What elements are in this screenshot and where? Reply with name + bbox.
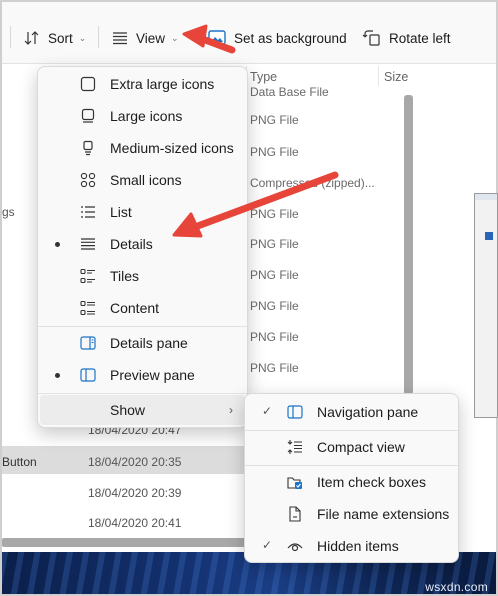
sort-icon: [24, 31, 39, 45]
menu-item-extra-large-icons[interactable]: Extra large icons: [44, 69, 241, 99]
type-cell: Compressed (zipped)...: [250, 176, 375, 190]
selected-bullet-icon: [55, 373, 60, 378]
menu-item-details-pane[interactable]: Details pane: [44, 328, 241, 358]
preview-pane-thumbnail: [474, 193, 498, 418]
menu-item-label: Details pane: [110, 335, 188, 351]
menu-item-label: Extra large icons: [110, 76, 215, 92]
toolbar-separator: [98, 26, 99, 48]
type-cell: PNG File: [250, 330, 299, 344]
medium-icons-icon: [83, 140, 93, 156]
view-button[interactable]: View ⌄: [112, 24, 179, 52]
rotate-left-label: Rotate left: [389, 30, 451, 46]
menu-item-navigation-pane[interactable]: ✓ Navigation pane: [251, 397, 452, 427]
menu-item-label: Large icons: [110, 108, 183, 124]
menu-item-label: Content: [110, 300, 160, 316]
menu-item-hidden-items[interactable]: ✓ Hidden items: [251, 531, 452, 561]
toolbar-separator: [10, 26, 11, 48]
picture-icon: [208, 30, 226, 45]
menu-item-label: Small icons: [110, 172, 182, 188]
menu-separator: [245, 430, 458, 431]
menu-item-label: Navigation pane: [317, 404, 419, 420]
sort-button[interactable]: Sort ⌄: [24, 24, 86, 52]
preview-pane-icon: [80, 368, 96, 382]
item-check-boxes-icon: [287, 477, 302, 489]
menu-separator: [245, 465, 458, 466]
chevron-down-icon: ⌄: [171, 32, 179, 43]
set-as-background-label: Set as background: [234, 30, 347, 46]
content-icon: [80, 300, 95, 316]
menu-item-label: File name extensions: [317, 506, 450, 522]
rotate-left-button[interactable]: Rotate left: [362, 24, 451, 52]
tiles-icon: [80, 268, 95, 284]
file-name-cell[interactable]: Button: [2, 455, 37, 469]
menu-item-details[interactable]: Details: [44, 229, 241, 259]
menu-item-file-name-extensions[interactable]: File name extensions: [251, 499, 452, 529]
menu-item-label: List: [110, 204, 132, 220]
menu-separator: [38, 393, 247, 394]
type-cell: PNG File: [250, 145, 299, 159]
checkmark-icon: ✓: [262, 538, 273, 552]
truncated-item-name[interactable]: gs: [2, 205, 15, 219]
small-icons-icon: [80, 172, 96, 188]
menu-item-large-icons[interactable]: Large icons: [44, 101, 241, 131]
file-extension-icon: [289, 506, 301, 522]
menu-item-label: Details: [110, 236, 153, 252]
details-icon: [81, 238, 95, 250]
column-header-size[interactable]: Size: [384, 70, 408, 84]
sort-label: Sort: [48, 30, 73, 46]
menu-item-medium-icons[interactable]: Medium-sized icons: [44, 133, 241, 163]
menu-item-item-check-boxes[interactable]: Item check boxes: [251, 467, 452, 497]
menu-item-list[interactable]: List: [44, 197, 241, 227]
navigation-pane-icon: [287, 405, 303, 419]
watermark-text: wsxdn.com: [425, 580, 488, 594]
date-cell: 18/04/2020 20:39: [88, 486, 182, 500]
type-cell: PNG File: [250, 268, 299, 282]
vertical-scrollbar[interactable]: [404, 95, 413, 395]
hidden-items-icon: [287, 543, 303, 552]
large-icons-icon: [81, 108, 95, 123]
type-cell: PNG File: [250, 361, 299, 375]
column-divider: [378, 66, 379, 86]
compact-view-icon: [287, 440, 302, 454]
set-as-background-button[interactable]: Set as background: [208, 24, 347, 52]
checkmark-icon: ✓: [262, 404, 273, 418]
menu-item-label: Compact view: [317, 439, 405, 455]
menu-separator: [38, 326, 247, 327]
menu-item-label: Item check boxes: [317, 474, 426, 490]
rotate-left-icon: [362, 30, 380, 46]
extra-large-icons-icon: [80, 76, 96, 92]
menu-item-label: Medium-sized icons: [110, 140, 234, 156]
menu-item-label: Show: [110, 402, 146, 418]
details-pane-icon: [80, 336, 96, 350]
menu-item-small-icons[interactable]: Small icons: [44, 165, 241, 195]
menu-item-compact-view[interactable]: Compact view: [251, 432, 452, 462]
selected-bullet-icon: [55, 242, 60, 247]
show-submenu: ✓ Navigation pane Compact view Item chec…: [244, 393, 459, 563]
type-cell: PNG File: [250, 113, 299, 127]
menu-item-content[interactable]: Content: [44, 293, 241, 323]
menu-item-tiles[interactable]: Tiles: [44, 261, 241, 291]
date-cell: 18/04/2020 20:41: [88, 516, 182, 530]
menu-item-label: Preview pane: [110, 367, 195, 383]
horizontal-scrollbar[interactable]: [2, 538, 257, 547]
type-cell: Data Base File: [250, 85, 329, 99]
type-cell: PNG File: [250, 299, 299, 313]
menu-item-label: Hidden items: [317, 538, 399, 554]
column-header-type[interactable]: Type: [250, 70, 277, 84]
type-cell: PNG File: [250, 237, 299, 251]
date-cell: 18/04/2020 20:35: [88, 455, 182, 469]
chevron-right-icon: ›: [229, 403, 233, 417]
list-icon: [81, 206, 95, 218]
menu-item-preview-pane[interactable]: Preview pane: [44, 360, 241, 390]
type-cell: PNG File: [250, 207, 299, 221]
view-menu: Extra large icons Large icons Medium-siz…: [37, 66, 248, 428]
menu-item-label: Tiles: [110, 268, 140, 284]
command-bar: Sort ⌄ View ⌄ Set as background Rotate l…: [2, 2, 496, 64]
chevron-down-icon: ⌄: [78, 32, 87, 43]
view-label: View: [136, 30, 166, 46]
view-icon: [113, 32, 127, 45]
menu-item-show[interactable]: Show ›: [40, 395, 245, 425]
